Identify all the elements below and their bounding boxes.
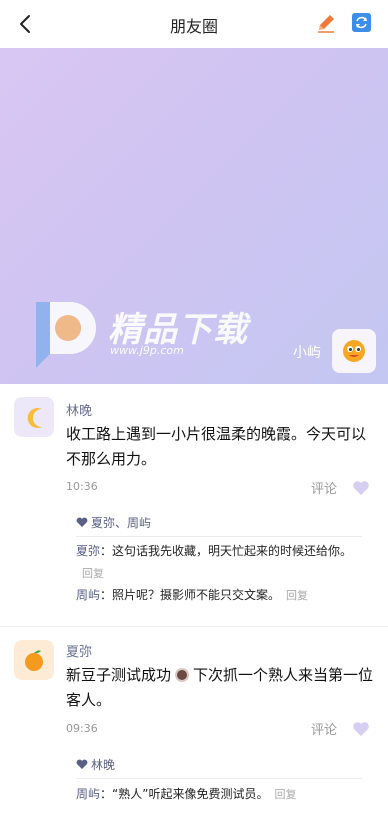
reply-button[interactable]: 回复	[286, 589, 308, 602]
nav-bar: 朋友圈	[0, 0, 388, 48]
owner-avatar[interactable]	[332, 329, 376, 373]
likes-names: 夏弥、周屿	[91, 516, 152, 530]
comment-text: 这句话我先收藏，明天忙起来的时候还给你。	[112, 544, 353, 558]
post-time: 10:36	[66, 480, 98, 493]
post-content: 收工路上遇到一小片很温柔的晚霞。今天可以不那么用力。	[66, 425, 367, 468]
reply-button[interactable]: 回复	[274, 788, 296, 801]
reply-button[interactable]: 回复	[82, 567, 104, 580]
heart-icon[interactable]	[352, 721, 370, 737]
cover-banner[interactable]: 精品下载 www.j9p.com 小屿	[0, 48, 388, 384]
post-content: 新豆子测试成功 下次抓一个熟人来当第一位客人。	[66, 663, 376, 713]
comment-button[interactable]: 评论	[311, 719, 337, 738]
crescent-moon-icon	[27, 408, 42, 428]
divider	[76, 778, 362, 779]
likes-list: 林晚	[76, 756, 115, 773]
avatar[interactable]	[14, 640, 54, 680]
watermark-logo-icon	[36, 302, 96, 368]
avatar[interactable]	[14, 397, 54, 437]
post-author[interactable]: 林晚	[66, 400, 92, 419]
smiley-face-icon	[343, 340, 365, 362]
comment-colon: ：	[100, 544, 113, 558]
post-author[interactable]: 夏弥	[66, 641, 92, 660]
heart-icon	[76, 759, 88, 769]
comment-text: “熟人”听起来像免费测试员。	[112, 787, 269, 801]
comment-colon: ：	[100, 787, 113, 801]
heart-icon	[76, 517, 88, 527]
comment-text: 照片呢？摄影师不能只交文案。	[112, 588, 281, 602]
comment-item[interactable]: 周屿：“熟人”听起来像免费测试员。 回复	[76, 783, 366, 806]
pencil-icon[interactable]	[315, 12, 337, 34]
coffee-cup-icon	[175, 668, 190, 682]
likes-list: 夏弥、周屿	[76, 514, 151, 531]
orange-fruit-icon	[25, 650, 43, 671]
moment-post: 林晚 收工路上遇到一小片很温柔的晚霞。今天可以不那么用力。 10:36 评论 夏…	[0, 384, 388, 626]
comment-author[interactable]: 周屿	[76, 588, 100, 602]
heart-icon[interactable]	[352, 480, 370, 496]
comment-colon: ：	[100, 588, 113, 602]
watermark-url: www.j9p.com	[110, 344, 184, 357]
divider	[76, 536, 362, 537]
comment-author[interactable]: 夏弥	[76, 544, 100, 558]
owner-name: 小屿	[293, 345, 321, 361]
comment-item[interactable]: 周屿：照片呢？摄影师不能只交文案。 回复	[76, 584, 366, 607]
likes-names: 林晚	[91, 758, 116, 772]
post-time: 09:36	[66, 722, 98, 735]
comment-author[interactable]: 周屿	[76, 787, 100, 801]
comment-item[interactable]: 夏弥：这句话我先收藏，明天忙起来的时候还给你。回复	[76, 540, 366, 585]
refresh-icon[interactable]	[352, 13, 371, 32]
post-content-part: 新豆子测试成功	[66, 666, 172, 684]
comment-button[interactable]: 评论	[311, 478, 337, 497]
moment-post: 夏弥 新豆子测试成功 下次抓一个熟人来当第一位客人。 09:36 评论 林晚 周屿…	[0, 627, 388, 838]
